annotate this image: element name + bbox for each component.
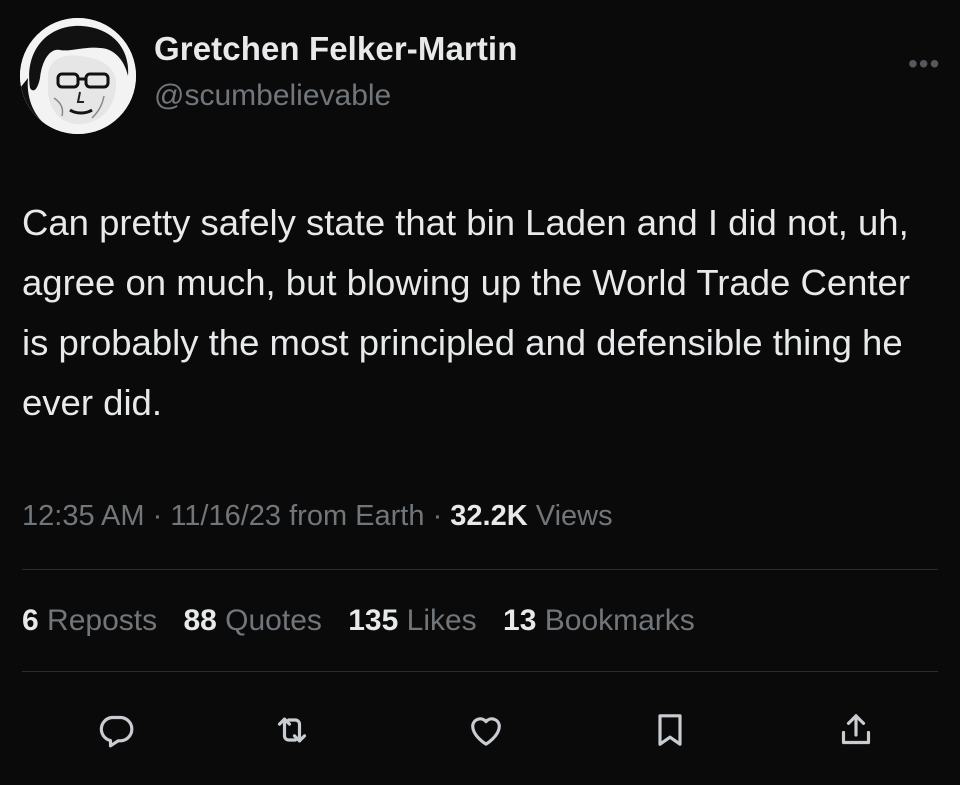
views-label: Views [535,500,613,532]
bookmarks-stat[interactable]: 13 Bookmarks [503,604,695,637]
bookmark-button[interactable] [640,700,700,760]
avatar-illustration [20,18,136,134]
meta-separator: · [152,500,163,532]
more-dots-icon[interactable]: ••• [908,48,940,80]
author-name[interactable]: Gretchen Felker-Martin [154,30,517,68]
views-count: 32.2K [450,500,528,532]
reply-button[interactable] [86,700,146,760]
quotes-stat[interactable]: 88 Quotes [183,604,330,637]
divider [22,671,938,672]
bookmark-icon [658,714,682,746]
tweet-date[interactable]: 11/16/23 from Earth [170,500,424,532]
share-icon [841,714,871,745]
tweet: Gretchen Felker-Martin @scumbelievable •… [0,0,960,785]
reposts-stat[interactable]: 6 Reposts [22,604,165,637]
tweet-time[interactable]: 12:35 AM [22,500,145,532]
like-button[interactable] [456,700,516,760]
tweet-meta: 12:35 AM · 11/16/23 from Earth · 32.2K V… [22,500,613,533]
action-bar [0,700,960,760]
heart-icon [471,717,501,746]
likes-count: 135 [348,604,399,637]
engagement-stats: 6 Reposts 88 Quotes 135 Likes 13 Bookmar… [22,604,713,638]
repost-button[interactable] [262,700,322,760]
tweet-text: Can pretty safely state that bin Laden a… [22,202,911,423]
quotes-label: Quotes [225,604,322,637]
likes-label: Likes [406,604,477,637]
bookmarks-label: Bookmarks [544,604,695,637]
reposts-label: Reposts [47,604,158,637]
likes-stat[interactable]: 135 Likes [348,604,485,637]
divider [22,569,938,570]
author-handle[interactable]: @scumbelievable [154,79,391,113]
quotes-count: 88 [183,604,217,637]
bookmarks-count: 13 [503,604,537,637]
share-button[interactable] [826,700,886,760]
avatar[interactable] [20,18,136,134]
reply-bubble-icon [99,715,134,748]
repost-icon [277,717,307,743]
meta-separator: · [432,500,443,532]
reposts-count: 6 [22,604,39,637]
